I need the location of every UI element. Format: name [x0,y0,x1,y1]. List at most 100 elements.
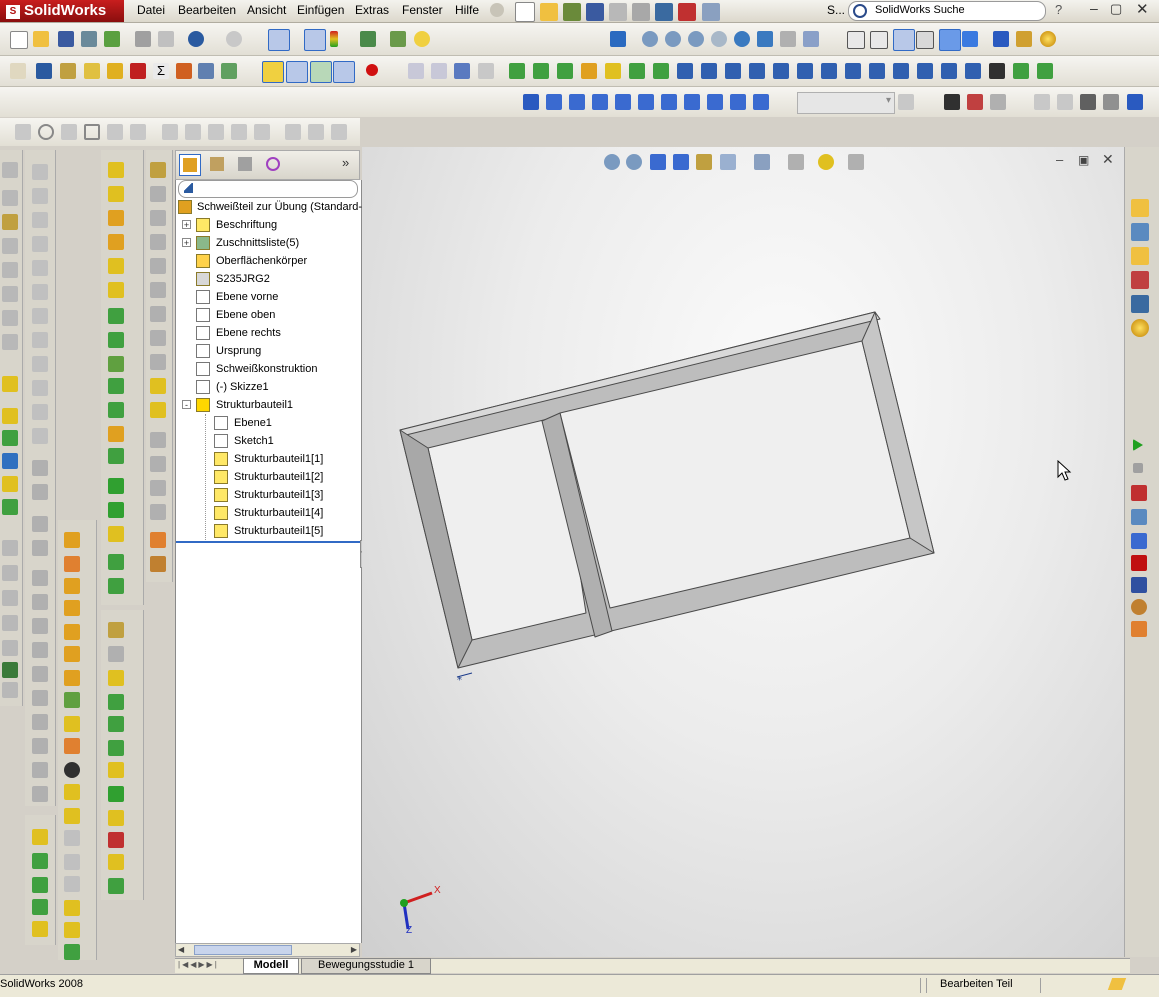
ref-point-icon[interactable] [32,899,48,915]
appearances-icon[interactable] [1131,319,1149,337]
trimetric-view-icon[interactable] [707,94,723,110]
block-tool-5-icon[interactable] [32,570,48,586]
print-preview-toolbar-icon[interactable] [158,31,174,47]
curves-features-icon[interactable] [108,578,124,594]
zoom-selection-icon[interactable] [711,31,727,47]
sketch-tool-5-icon[interactable] [2,262,18,278]
macro-options-icon[interactable] [1131,599,1147,615]
wireframe-icon[interactable] [847,31,865,49]
isometric-view-icon[interactable] [684,94,700,110]
assembly-from-part-icon[interactable] [104,31,120,47]
menu-overflow[interactable]: S... [827,3,845,17]
section-view-icon[interactable] [1016,31,1032,47]
edit-macro-icon[interactable] [1131,533,1147,549]
tree-filter[interactable] [178,180,358,198]
curve-tool-4-icon[interactable] [2,499,18,515]
mold-curves-icon[interactable] [108,878,124,894]
filter-routing-points-icon[interactable] [941,63,957,79]
revolve-boss-icon[interactable] [108,186,124,202]
smart-dimension-icon[interactable] [285,124,301,140]
filter-vertices-icon[interactable] [408,63,424,79]
ref-plane-icon[interactable] [32,829,48,845]
sketch-tool-8-icon[interactable] [2,334,18,350]
close-button[interactable]: ✕ [1136,0,1149,18]
filter-weld-icon[interactable] [773,63,789,79]
expand-panel-icon[interactable]: » [342,155,349,170]
tab-bewegungsstudie[interactable]: Bewegungsstudie 1 [301,958,431,974]
property-manager-tab[interactable] [207,154,229,176]
wrap-icon[interactable] [64,808,80,824]
mirror-feature-icon[interactable] [108,502,124,518]
mold-ref-icon[interactable] [108,854,124,870]
graphics-area[interactable]: – ▣ ✕ * X Z [362,147,1124,957]
menu-bearbeiten[interactable]: Bearbeiten [178,3,236,17]
swept-boss-icon[interactable] [108,210,124,226]
layer-properties-icon[interactable] [1057,94,1073,110]
filter-solid-bodies-icon[interactable] [605,63,621,79]
design-library-icon[interactable] [1131,223,1149,241]
jog-icon[interactable] [150,258,166,274]
weldment-model[interactable]: * [362,147,1124,957]
feature-manager-tab[interactable] [179,154,201,176]
split-icon[interactable] [64,876,80,892]
core-icon[interactable] [108,786,124,802]
angle-icon[interactable] [331,124,347,140]
filter-sketch-segments-icon[interactable] [509,63,525,79]
undo-toolbar-icon[interactable] [188,31,204,47]
expand-icon[interactable]: + [182,220,191,230]
appearance-icon[interactable] [1040,31,1056,47]
import-diagnostics-icon[interactable] [176,63,192,79]
block-tool-4-icon[interactable] [32,540,48,556]
print-toolbar-icon[interactable] [135,31,151,47]
3d-sketch-icon[interactable] [108,622,124,638]
shell-feature-icon[interactable] [108,402,124,418]
mirror-icon[interactable] [64,830,80,846]
file-properties-icon[interactable] [390,31,406,47]
hidden-lines-removed-icon[interactable] [893,29,915,51]
mate-reference-icon[interactable] [32,921,48,937]
chamfer-icon[interactable] [108,332,124,348]
table-tool-3-icon[interactable] [2,590,18,606]
measure-icon[interactable] [36,63,52,79]
sketched-bend-icon[interactable] [150,282,166,298]
make-drawing-icon[interactable] [563,3,582,21]
planes-icon[interactable] [262,61,284,83]
filter-datum-target-icon[interactable] [821,63,837,79]
axes-icon[interactable] [286,61,308,83]
undercut-icon[interactable] [108,670,124,686]
unfold-icon[interactable] [150,402,166,418]
ruled-surface-icon[interactable] [108,810,124,826]
block-tool-14-icon[interactable] [32,786,48,802]
filter-connection-points-icon[interactable] [917,63,933,79]
tooling-split-icon[interactable] [108,762,124,778]
configuration-manager-tab[interactable] [235,154,257,176]
extruded-boss-icon[interactable] [64,600,80,616]
grid-icon[interactable] [360,31,376,47]
extend-icon[interactable] [130,124,146,140]
dimxpert-tab[interactable] [263,154,285,176]
table-tool-7-icon[interactable] [2,682,18,698]
menu-hilfe[interactable]: Hilfe [455,3,479,17]
left-view-icon[interactable] [592,94,608,110]
section-properties-icon[interactable] [84,63,100,79]
new-icon[interactable] [10,31,28,49]
miter-flange-icon[interactable] [150,210,166,226]
block-tool-1-icon[interactable] [32,460,48,476]
help-question-icon[interactable] [414,31,430,47]
filter-cut-list-icon[interactable] [965,63,981,79]
top-view-icon[interactable] [638,94,654,110]
layer-icon[interactable] [1034,94,1050,110]
configuration-combo[interactable]: ▾ [797,92,895,114]
save-icon[interactable] [586,3,605,21]
curve-tool-1-icon[interactable] [2,430,18,446]
no-bends-icon[interactable] [150,480,166,496]
surface-tool-2-icon[interactable] [2,408,18,424]
block-tool-13-icon[interactable] [32,762,48,778]
search-input[interactable]: SolidWorks Suche [875,4,965,16]
line-thickness-icon[interactable] [1103,94,1119,110]
relation-tool-4-icon[interactable] [32,236,48,252]
table-tool-6-icon[interactable] [2,662,18,678]
block-tool-9-icon[interactable] [32,666,48,682]
cut-with-surface-icon[interactable] [64,762,80,778]
coordinate-system-icon[interactable] [32,877,48,893]
